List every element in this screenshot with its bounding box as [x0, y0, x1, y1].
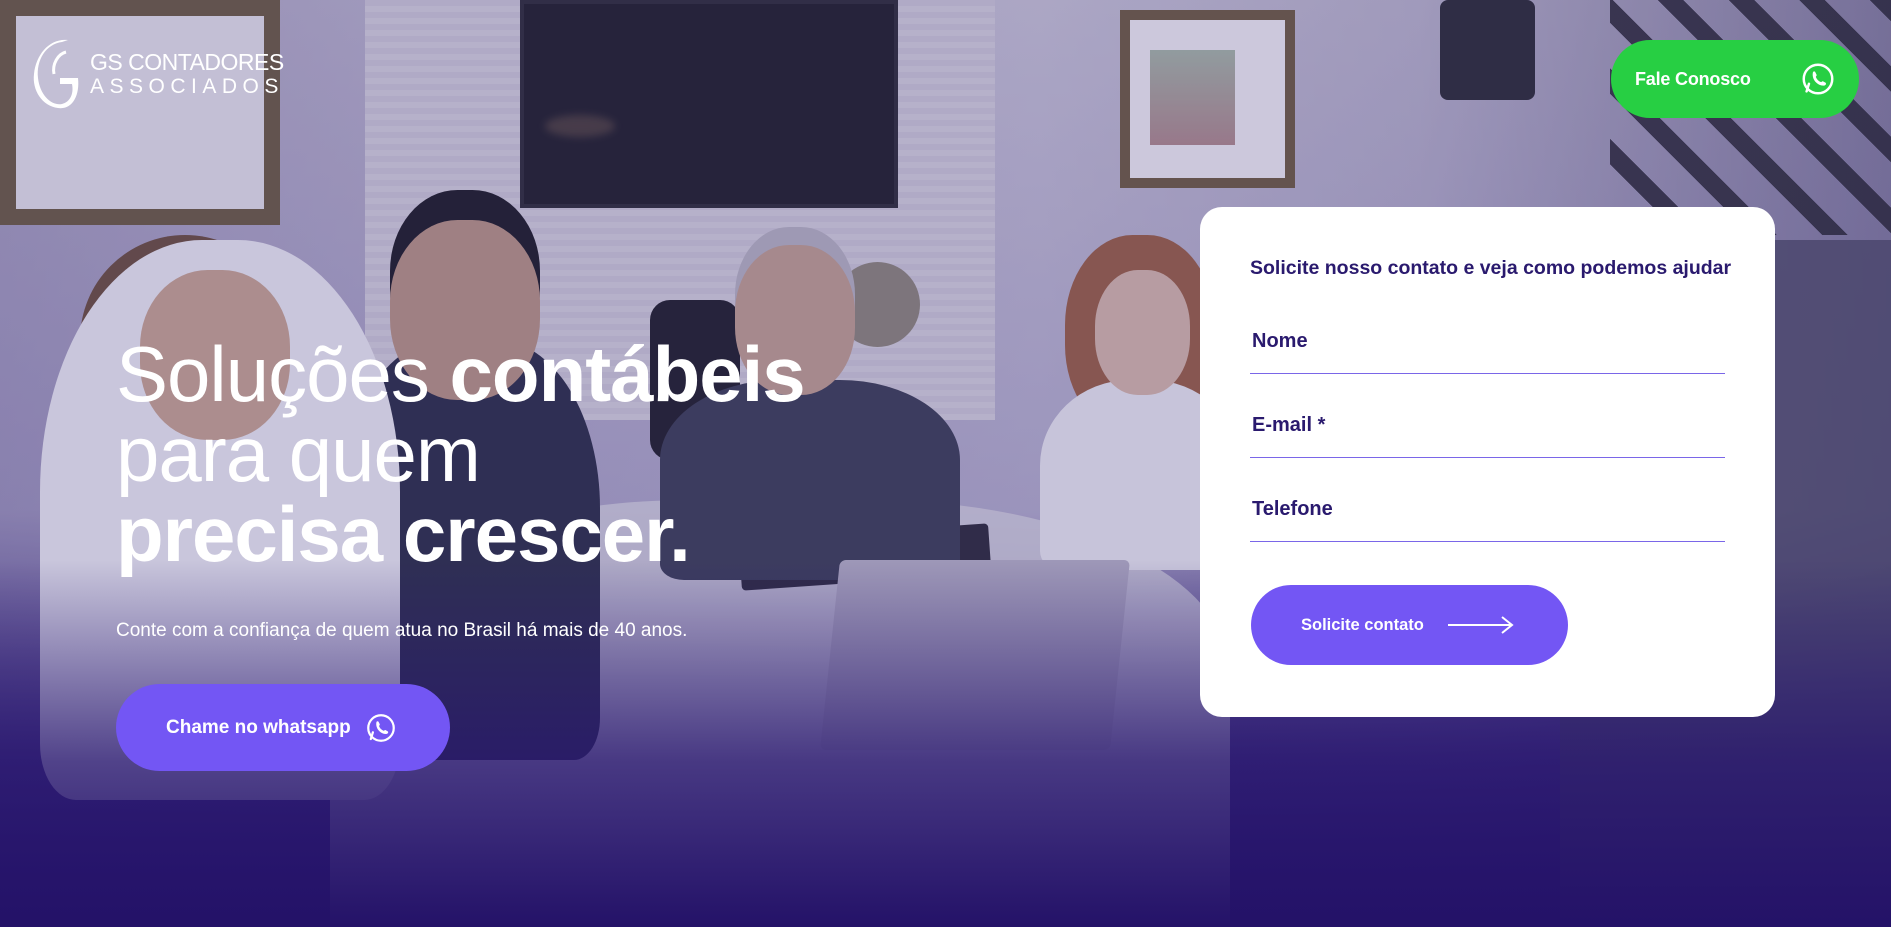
email-input[interactable]: [1250, 387, 1725, 457]
name-field: [1250, 302, 1725, 374]
name-input[interactable]: [1250, 303, 1725, 373]
arrow-right-icon: [1448, 616, 1514, 634]
fale-conosco-button[interactable]: Fale Conosco: [1611, 40, 1859, 118]
headline-line-3: precisa crescer.: [116, 490, 691, 578]
hero-headline: Soluções contábeis para quem precisa cre…: [116, 334, 806, 578]
brand-name: GS CONTADORES ASSOCIADOS: [90, 49, 284, 98]
headline-text: Soluções: [116, 330, 450, 418]
brand-name-line1: GS CONTADORES: [90, 49, 284, 75]
email-field: [1250, 374, 1725, 458]
whatsapp-icon: [367, 713, 395, 742]
whatsapp-button-label: Chame no whatsapp: [166, 716, 351, 738]
submit-contact-button[interactable]: Solicite contato: [1251, 585, 1568, 665]
contact-form-card: Solicite nosso contato e veja como podem…: [1200, 207, 1775, 717]
brand-logo[interactable]: GS CONTADORES ASSOCIADOS: [32, 38, 284, 110]
hero-subtitle: Conte com a confiança de quem atua no Br…: [116, 620, 688, 641]
phone-input[interactable]: [1250, 471, 1725, 541]
phone-field: [1250, 458, 1725, 542]
whatsapp-icon: [1802, 63, 1834, 95]
headline-emphasis: contábeis: [449, 330, 806, 418]
whatsapp-button[interactable]: Chame no whatsapp: [116, 684, 450, 771]
form-title: Solicite nosso contato e veja como podem…: [1250, 257, 1732, 279]
fale-conosco-label: Fale Conosco: [1635, 68, 1751, 89]
gs-logo-icon: [33, 39, 79, 109]
headline-line-2: para quem: [116, 410, 481, 498]
headline-line-1: Soluções contábeis: [116, 334, 806, 414]
brand-name-line2: ASSOCIADOS: [90, 75, 284, 98]
submit-button-label: Solicite contato: [1301, 615, 1424, 634]
